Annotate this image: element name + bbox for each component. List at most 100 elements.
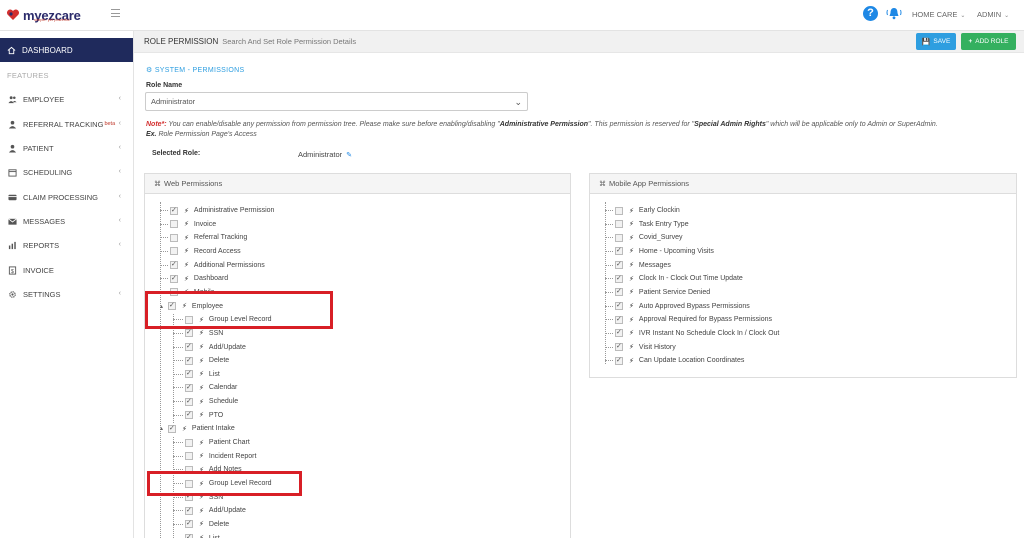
permission-checkbox[interactable]: [170, 233, 178, 242]
permission-checkbox[interactable]: [185, 410, 193, 420]
bolt-icon: ⚡: [199, 534, 204, 538]
notification-bell-icon[interactable]: [886, 6, 902, 21]
permission-checkbox[interactable]: [185, 356, 193, 365]
permission-label: Early Clockin: [638, 207, 680, 214]
web-permission-node[interactable]: ⚡ Additional Permissions: [160, 260, 265, 271]
web-permission-node[interactable]: ⚡ SSN: [173, 328, 223, 339]
mobile-permission-node[interactable]: ⚡ Auto Approved Bypass Permissions: [605, 301, 750, 312]
permission-label: Referral Tracking: [193, 234, 248, 242]
expand-toggle-icon[interactable]: ▴: [160, 425, 166, 432]
permission-checkbox[interactable]: [185, 452, 193, 461]
permission-checkbox[interactable]: [185, 397, 193, 406]
sidebar-item-scheduling[interactable]: SCHEDULING ‹: [0, 163, 133, 181]
permission-checkbox[interactable]: [615, 301, 623, 311]
mobile-permission-node[interactable]: ⚡ Home - Upcoming Visits: [605, 246, 714, 257]
permission-checkbox[interactable]: [185, 506, 193, 515]
highlight-box-employee: [145, 291, 333, 329]
web-permission-node[interactable]: ⚡ Add/Update: [173, 342, 246, 353]
permission-checkbox[interactable]: [615, 260, 623, 270]
permission-checkbox[interactable]: [185, 438, 193, 447]
web-permission-node[interactable]: ⚡ Delete: [173, 519, 229, 530]
web-permission-node[interactable]: ⚡ Patient Chart: [173, 437, 250, 448]
permission-checkbox[interactable]: [615, 287, 623, 297]
bolt-icon: ⚡: [199, 344, 204, 351]
permission-label: Schedule: [208, 398, 239, 406]
web-permission-node[interactable]: ⚡ PTO: [173, 410, 223, 421]
permission-checkbox[interactable]: [615, 206, 623, 215]
permission-checkbox[interactable]: [615, 220, 623, 229]
web-permission-node[interactable]: ⚡ Add/Update: [173, 505, 246, 516]
save-label: SAVE: [933, 38, 951, 45]
mobile-permission-node[interactable]: ⚡ IVR Instant No Schedule Clock In / Cloc…: [605, 328, 779, 339]
permission-checkbox[interactable]: [615, 328, 623, 338]
sidebar-item-claim-processing[interactable]: CLAIM PROCESSING ‹: [0, 188, 133, 206]
web-permission-node[interactable]: ⚡ Record Access: [160, 246, 241, 257]
web-permission-node[interactable]: ⚡ Calendar: [173, 382, 237, 393]
permission-checkbox[interactable]: [185, 383, 193, 392]
sidebar-item-label: REFERRAL TRACKING: [23, 119, 104, 129]
mobile-permission-node[interactable]: ⚡ Messages: [605, 260, 671, 271]
permission-checkbox[interactable]: [185, 533, 193, 538]
tree-branch: [173, 510, 183, 512]
permission-checkbox[interactable]: [170, 274, 178, 283]
mobile-permission-node[interactable]: ⚡ Approval Required for Bypass Permission…: [605, 314, 772, 325]
pencil-icon[interactable]: ✎: [346, 152, 352, 159]
highlight-box-patient-intake: [147, 471, 302, 496]
web-permission-node[interactable]: ⚡ List: [173, 533, 220, 538]
permission-checkbox[interactable]: [185, 369, 193, 379]
bolt-icon: ⚡: [199, 384, 204, 392]
permission-checkbox[interactable]: [615, 233, 623, 242]
permission-checkbox[interactable]: [185, 519, 193, 529]
web-permission-node[interactable]: ⚡ Administrative Permission: [160, 205, 274, 216]
sidebar-item-dashboard[interactable]: DASHBOARD: [0, 38, 133, 62]
permission-checkbox[interactable]: [170, 220, 178, 229]
mobile-permission-node[interactable]: ⚡ Can Update Location Coordinates: [605, 355, 744, 366]
permission-checkbox[interactable]: [615, 342, 623, 351]
permission-checkbox[interactable]: [170, 260, 178, 270]
tree-branch: [605, 223, 613, 225]
sidebar-item-invoice[interactable]: $ INVOICE: [0, 261, 133, 279]
sidebar-item-referral-tracking[interactable]: REFERRAL TRACKING beta ‹: [0, 115, 133, 133]
sidebar-item-reports[interactable]: REPORTS ‹: [0, 236, 133, 254]
permission-checkbox[interactable]: [185, 342, 193, 351]
bolt-icon: ⚡: [184, 234, 189, 242]
permission-checkbox[interactable]: [185, 328, 193, 338]
menu-toggle-icon[interactable]: [111, 9, 120, 17]
agency-dropdown[interactable]: HOME CARE ⌄: [912, 10, 965, 19]
mobile-permission-node[interactable]: ⚡ Task Entry Type: [605, 219, 689, 230]
help-icon[interactable]: ?: [863, 6, 878, 21]
web-permission-node[interactable]: ⚡ Referral Tracking: [160, 232, 247, 243]
add-role-button[interactable]: + ADD ROLE: [961, 33, 1016, 50]
web-permission-node[interactable]: ⚡ Incident Report: [173, 451, 256, 462]
permission-checkbox[interactable]: [615, 315, 623, 324]
permission-checkbox[interactable]: [615, 356, 623, 365]
user-dropdown[interactable]: ADMIN ⌄: [977, 10, 1009, 19]
permission-label: Dashboard: [193, 275, 229, 283]
web-permission-node[interactable]: ⚡ Dashboard: [160, 273, 228, 284]
bolt-icon: ⚡: [199, 507, 204, 515]
web-permission-node[interactable]: ▴ ⚡ Patient Intake: [160, 423, 235, 434]
sidebar-item-patient[interactable]: PATIENT ‹: [0, 139, 133, 157]
tree-branch: [173, 455, 183, 457]
web-permission-node[interactable]: ⚡ List: [173, 369, 220, 380]
web-permission-node[interactable]: ⚡ Schedule: [173, 396, 238, 407]
permission-checkbox[interactable]: [615, 274, 623, 283]
permission-checkbox[interactable]: [168, 424, 176, 433]
sidebar-item-settings[interactable]: SETTINGS ‹: [0, 285, 133, 303]
mobile-permission-node[interactable]: ⚡ Clock In - Clock Out Time Update: [605, 273, 743, 284]
web-permission-node[interactable]: ⚡ Delete: [173, 355, 229, 366]
sidebar-item-employee[interactable]: EMPLOYEE ‹: [0, 90, 133, 108]
permission-checkbox[interactable]: [170, 247, 178, 256]
permission-label: Add/Update: [208, 343, 246, 351]
sidebar-item-messages[interactable]: MESSAGES ‹: [0, 212, 133, 230]
mobile-permission-node[interactable]: ⚡ Patient Service Denied: [605, 287, 710, 298]
mobile-permission-node[interactable]: ⚡ Early Clockin: [605, 205, 680, 216]
web-permission-node[interactable]: ⚡ Invoice: [160, 219, 216, 230]
mobile-permission-node[interactable]: ⚡ Visit History: [605, 342, 676, 353]
permission-checkbox[interactable]: [615, 246, 623, 256]
role-name-select[interactable]: Administrator ⌄: [145, 92, 528, 111]
save-button[interactable]: 💾 SAVE: [916, 33, 956, 50]
permission-checkbox[interactable]: [170, 206, 178, 215]
brand-logo[interactable]: myezcare: [6, 4, 81, 26]
mobile-permission-node[interactable]: ⚡ Covid_Survey: [605, 232, 683, 243]
